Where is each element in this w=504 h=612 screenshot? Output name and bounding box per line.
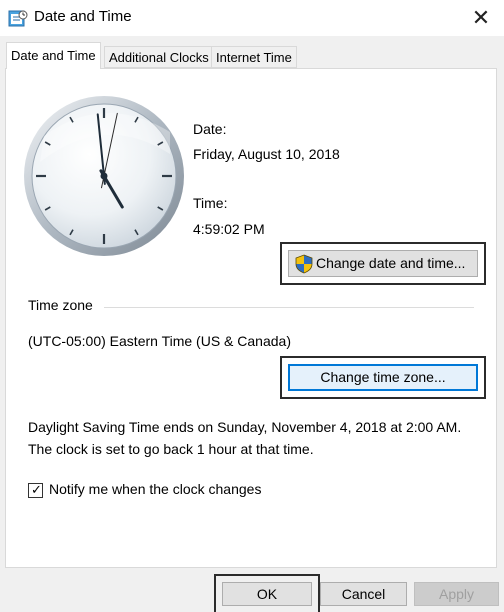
time-zone-divider xyxy=(104,307,474,308)
analog-clock xyxy=(24,96,184,256)
title-bar: Date and Time ✕ xyxy=(0,0,504,36)
notify-label[interactable]: Notify me when the clock changes xyxy=(49,481,261,497)
notify-checkbox[interactable]: ✓ xyxy=(28,482,43,498)
tab-additional-clocks[interactable]: Additional Clocks xyxy=(104,46,214,68)
change-date-and-time-button[interactable]: Change date and time... xyxy=(280,242,486,285)
ok-button[interactable]: OK xyxy=(214,574,320,612)
dst-note: Daylight Saving Time ends on Sunday, Nov… xyxy=(28,419,462,457)
uac-shield-icon xyxy=(295,254,313,274)
time-zone-value: (UTC-05:00) Eastern Time (US & Canada) xyxy=(28,333,291,349)
tab-internet-time[interactable]: Internet Time xyxy=(211,46,297,68)
date-time-app-icon xyxy=(8,10,28,27)
date-label: Date: xyxy=(193,121,227,137)
change-date-and-time-label: Change date and time... xyxy=(316,255,466,271)
window-title: Date and Time xyxy=(34,8,132,25)
close-icon[interactable]: ✕ xyxy=(466,3,496,33)
tab-date-and-time[interactable]: Date and Time xyxy=(6,42,101,69)
apply-button[interactable]: Apply xyxy=(414,582,499,606)
cancel-button[interactable]: Cancel xyxy=(320,582,407,606)
time-label: Time: xyxy=(193,195,228,211)
date-value: Friday, August 10, 2018 xyxy=(193,146,340,162)
check-icon: ✓ xyxy=(31,482,42,497)
change-time-zone-button[interactable]: Change time zone... xyxy=(280,356,486,399)
time-value: 4:59:02 PM xyxy=(193,221,265,237)
time-zone-heading: Time zone xyxy=(28,297,93,313)
